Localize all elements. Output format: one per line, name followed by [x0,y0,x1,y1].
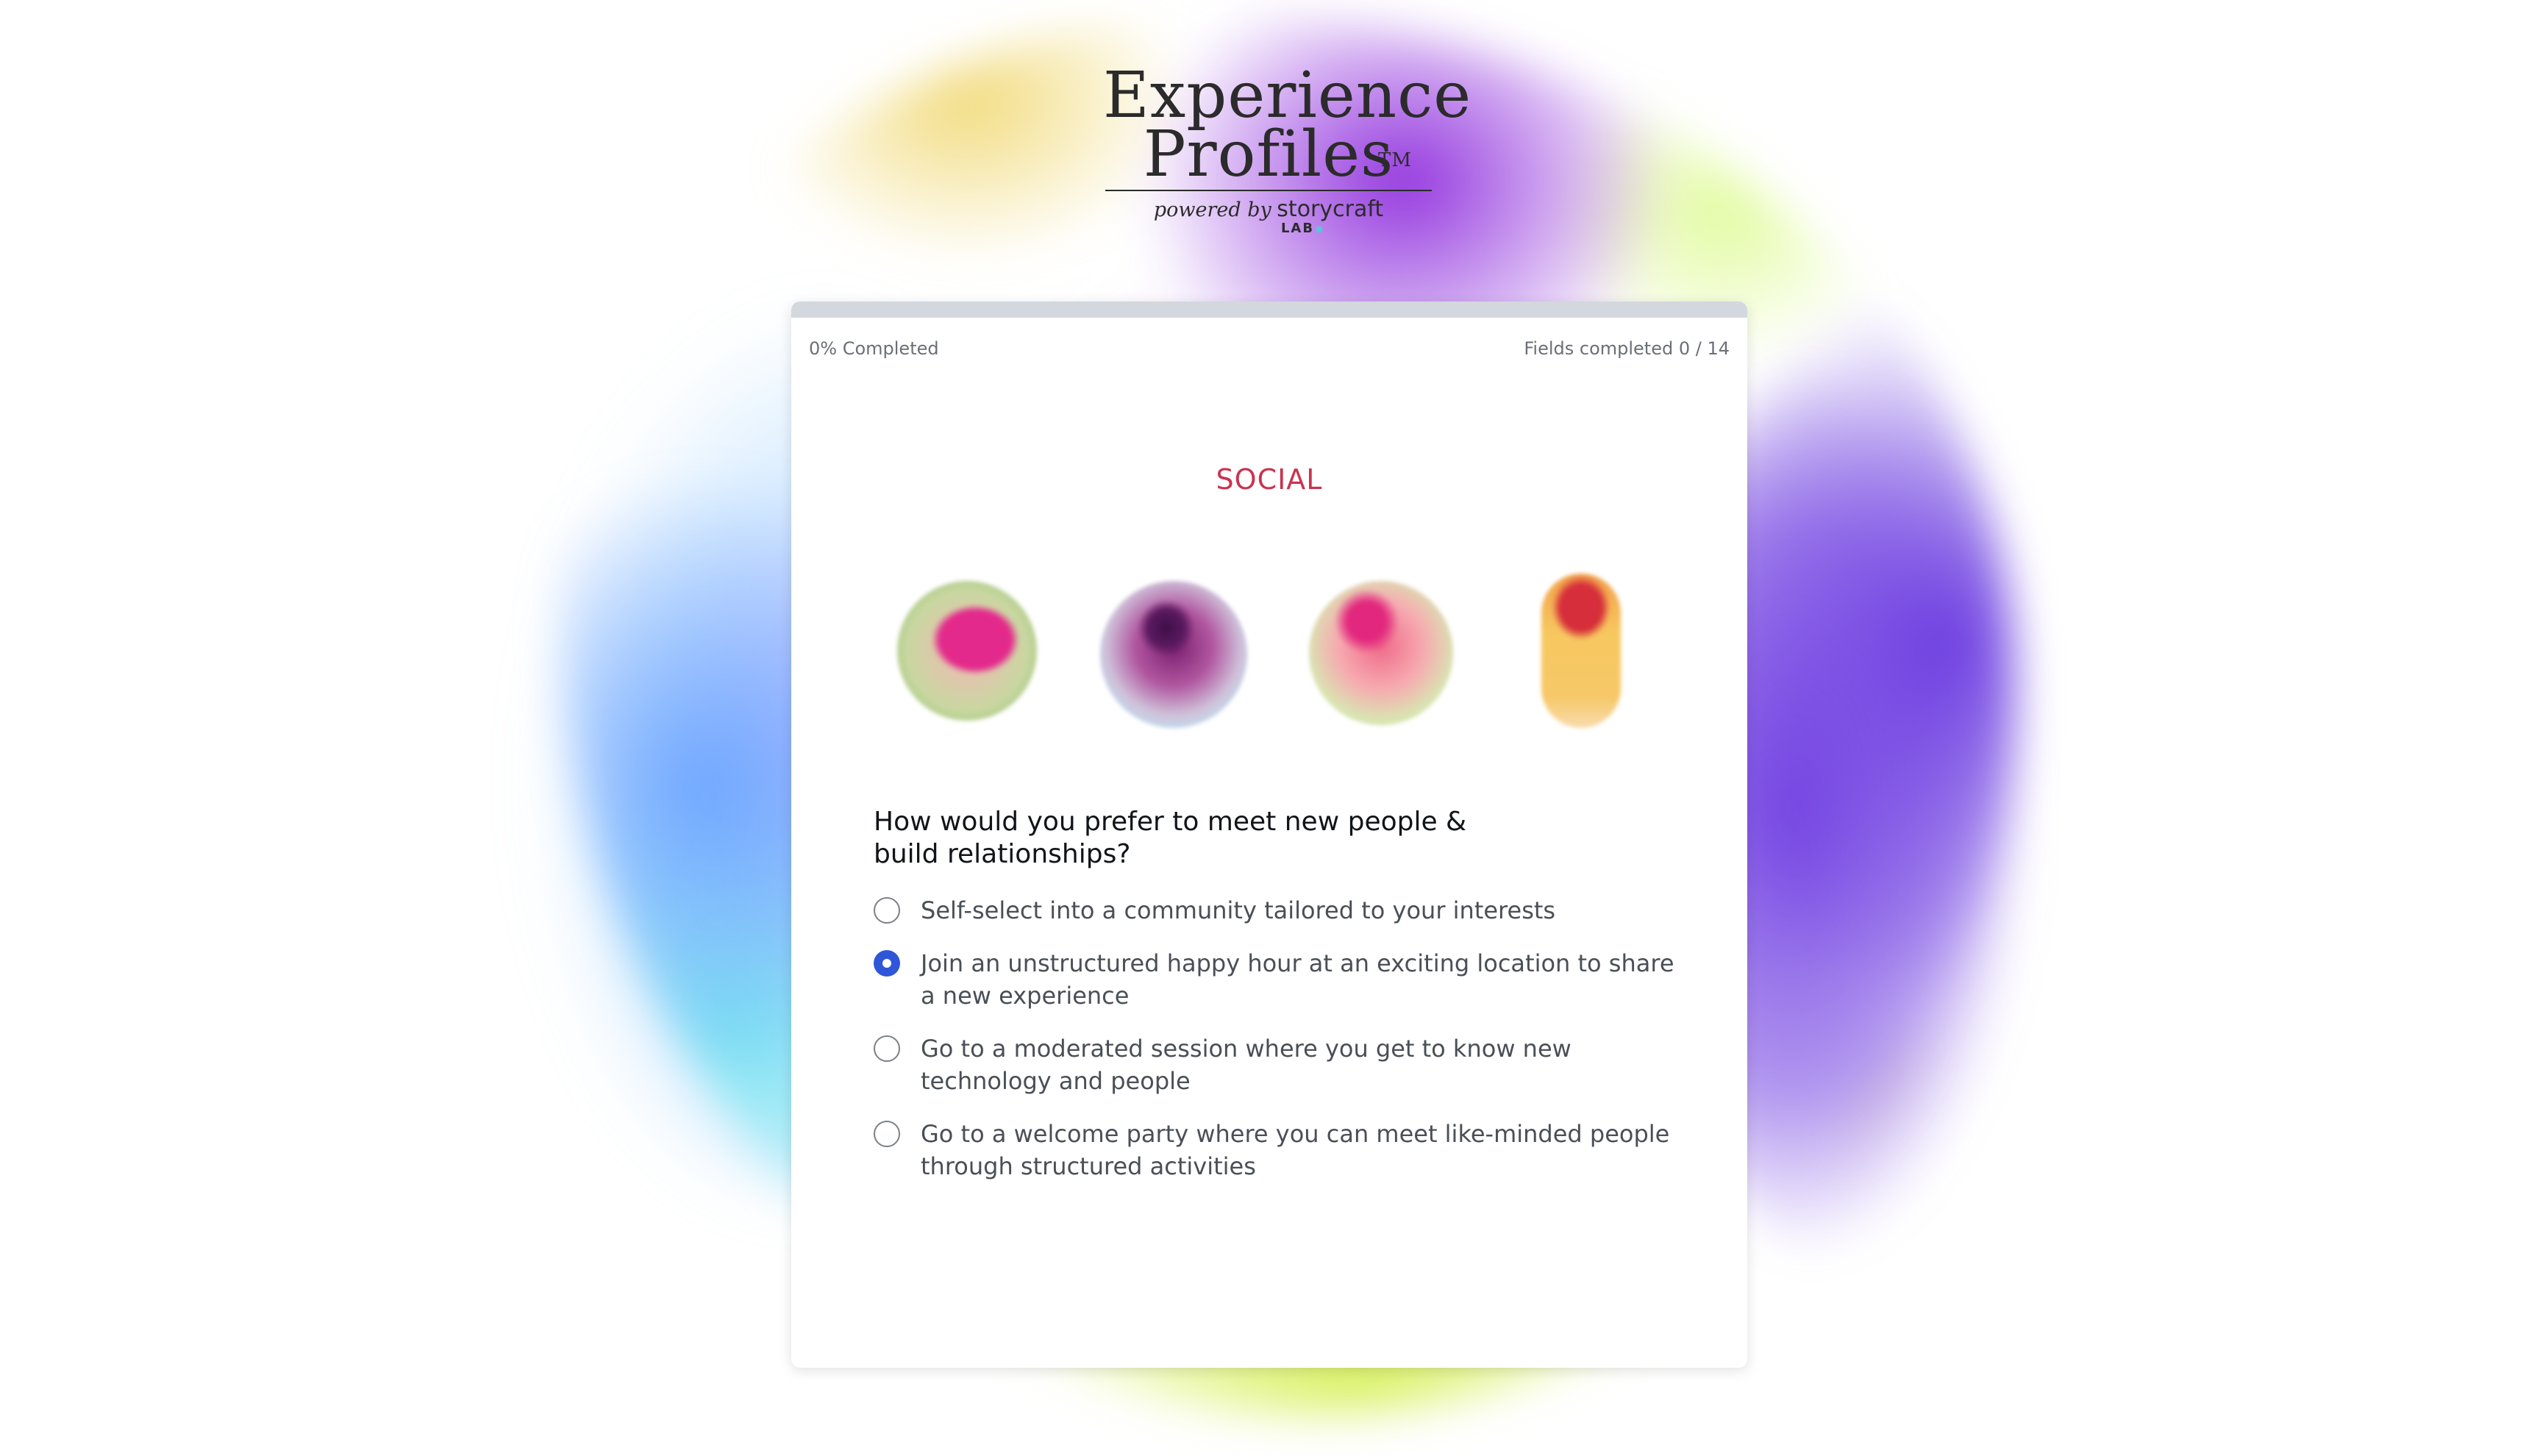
logo-lab-dot-icon [1316,226,1323,232]
survey-card: 0% Completed Fields completed 0 / 14 SOC… [791,301,1747,1368]
radio-button[interactable] [874,1035,900,1062]
logo-powered-by-text: powered by [1153,199,1271,221]
progress-percent-label: 0% Completed [809,338,939,359]
answer-option[interactable]: Self-select into a community tailored to… [874,894,1683,927]
logo-brand-lab: LAB [1280,221,1315,236]
answer-option[interactable]: Go to a moderated session where you get … [874,1032,1683,1097]
logo-title-line1: Experience [1103,59,1472,132]
section-title: SOCIAL [1216,463,1323,496]
experience-profiles-logo: Experience Profiles TM powered by storyc… [1103,59,1472,236]
answer-option[interactable]: Go to a welcome party where you can meet… [874,1118,1683,1182]
mood-orb-pink-green-icon [897,581,1037,721]
logo-title-profiles: Profiles [1143,118,1394,191]
answer-option-label: Go to a welcome party where you can meet… [921,1120,1670,1180]
logo-brand-sub: LAB [1169,221,1434,236]
mood-orb-purple-blue-icon [1100,581,1247,728]
answer-option-label: Go to a moderated session where you get … [921,1035,1572,1095]
radio-button[interactable] [874,1121,900,1147]
fields-completed-label: Fields completed 0 / 14 [1524,338,1730,359]
radio-button[interactable] [874,950,900,977]
mood-orb-pink-peach-icon [1309,581,1453,725]
logo-powered-by: powered by storycraft [1103,199,1434,221]
question-text: How would you prefer to meet new people … [874,807,1467,869]
answer-option[interactable]: Join an unstructured happy hour at an ex… [874,947,1683,1012]
answer-option-label: Join an unstructured happy hour at an ex… [921,949,1674,1010]
logo-trademark: TM [1378,149,1412,171]
mood-capsule-red-yellow-icon [1541,574,1621,728]
radio-button[interactable] [874,897,900,924]
logo-brand-name: storycraft [1277,196,1384,222]
answer-option-label: Self-select into a community tailored to… [921,896,1556,924]
answer-options: Self-select into a community tailored to… [874,894,1683,1203]
logo-title-line2: Profiles TM [1103,123,1434,186]
progress-bar [791,301,1747,318]
